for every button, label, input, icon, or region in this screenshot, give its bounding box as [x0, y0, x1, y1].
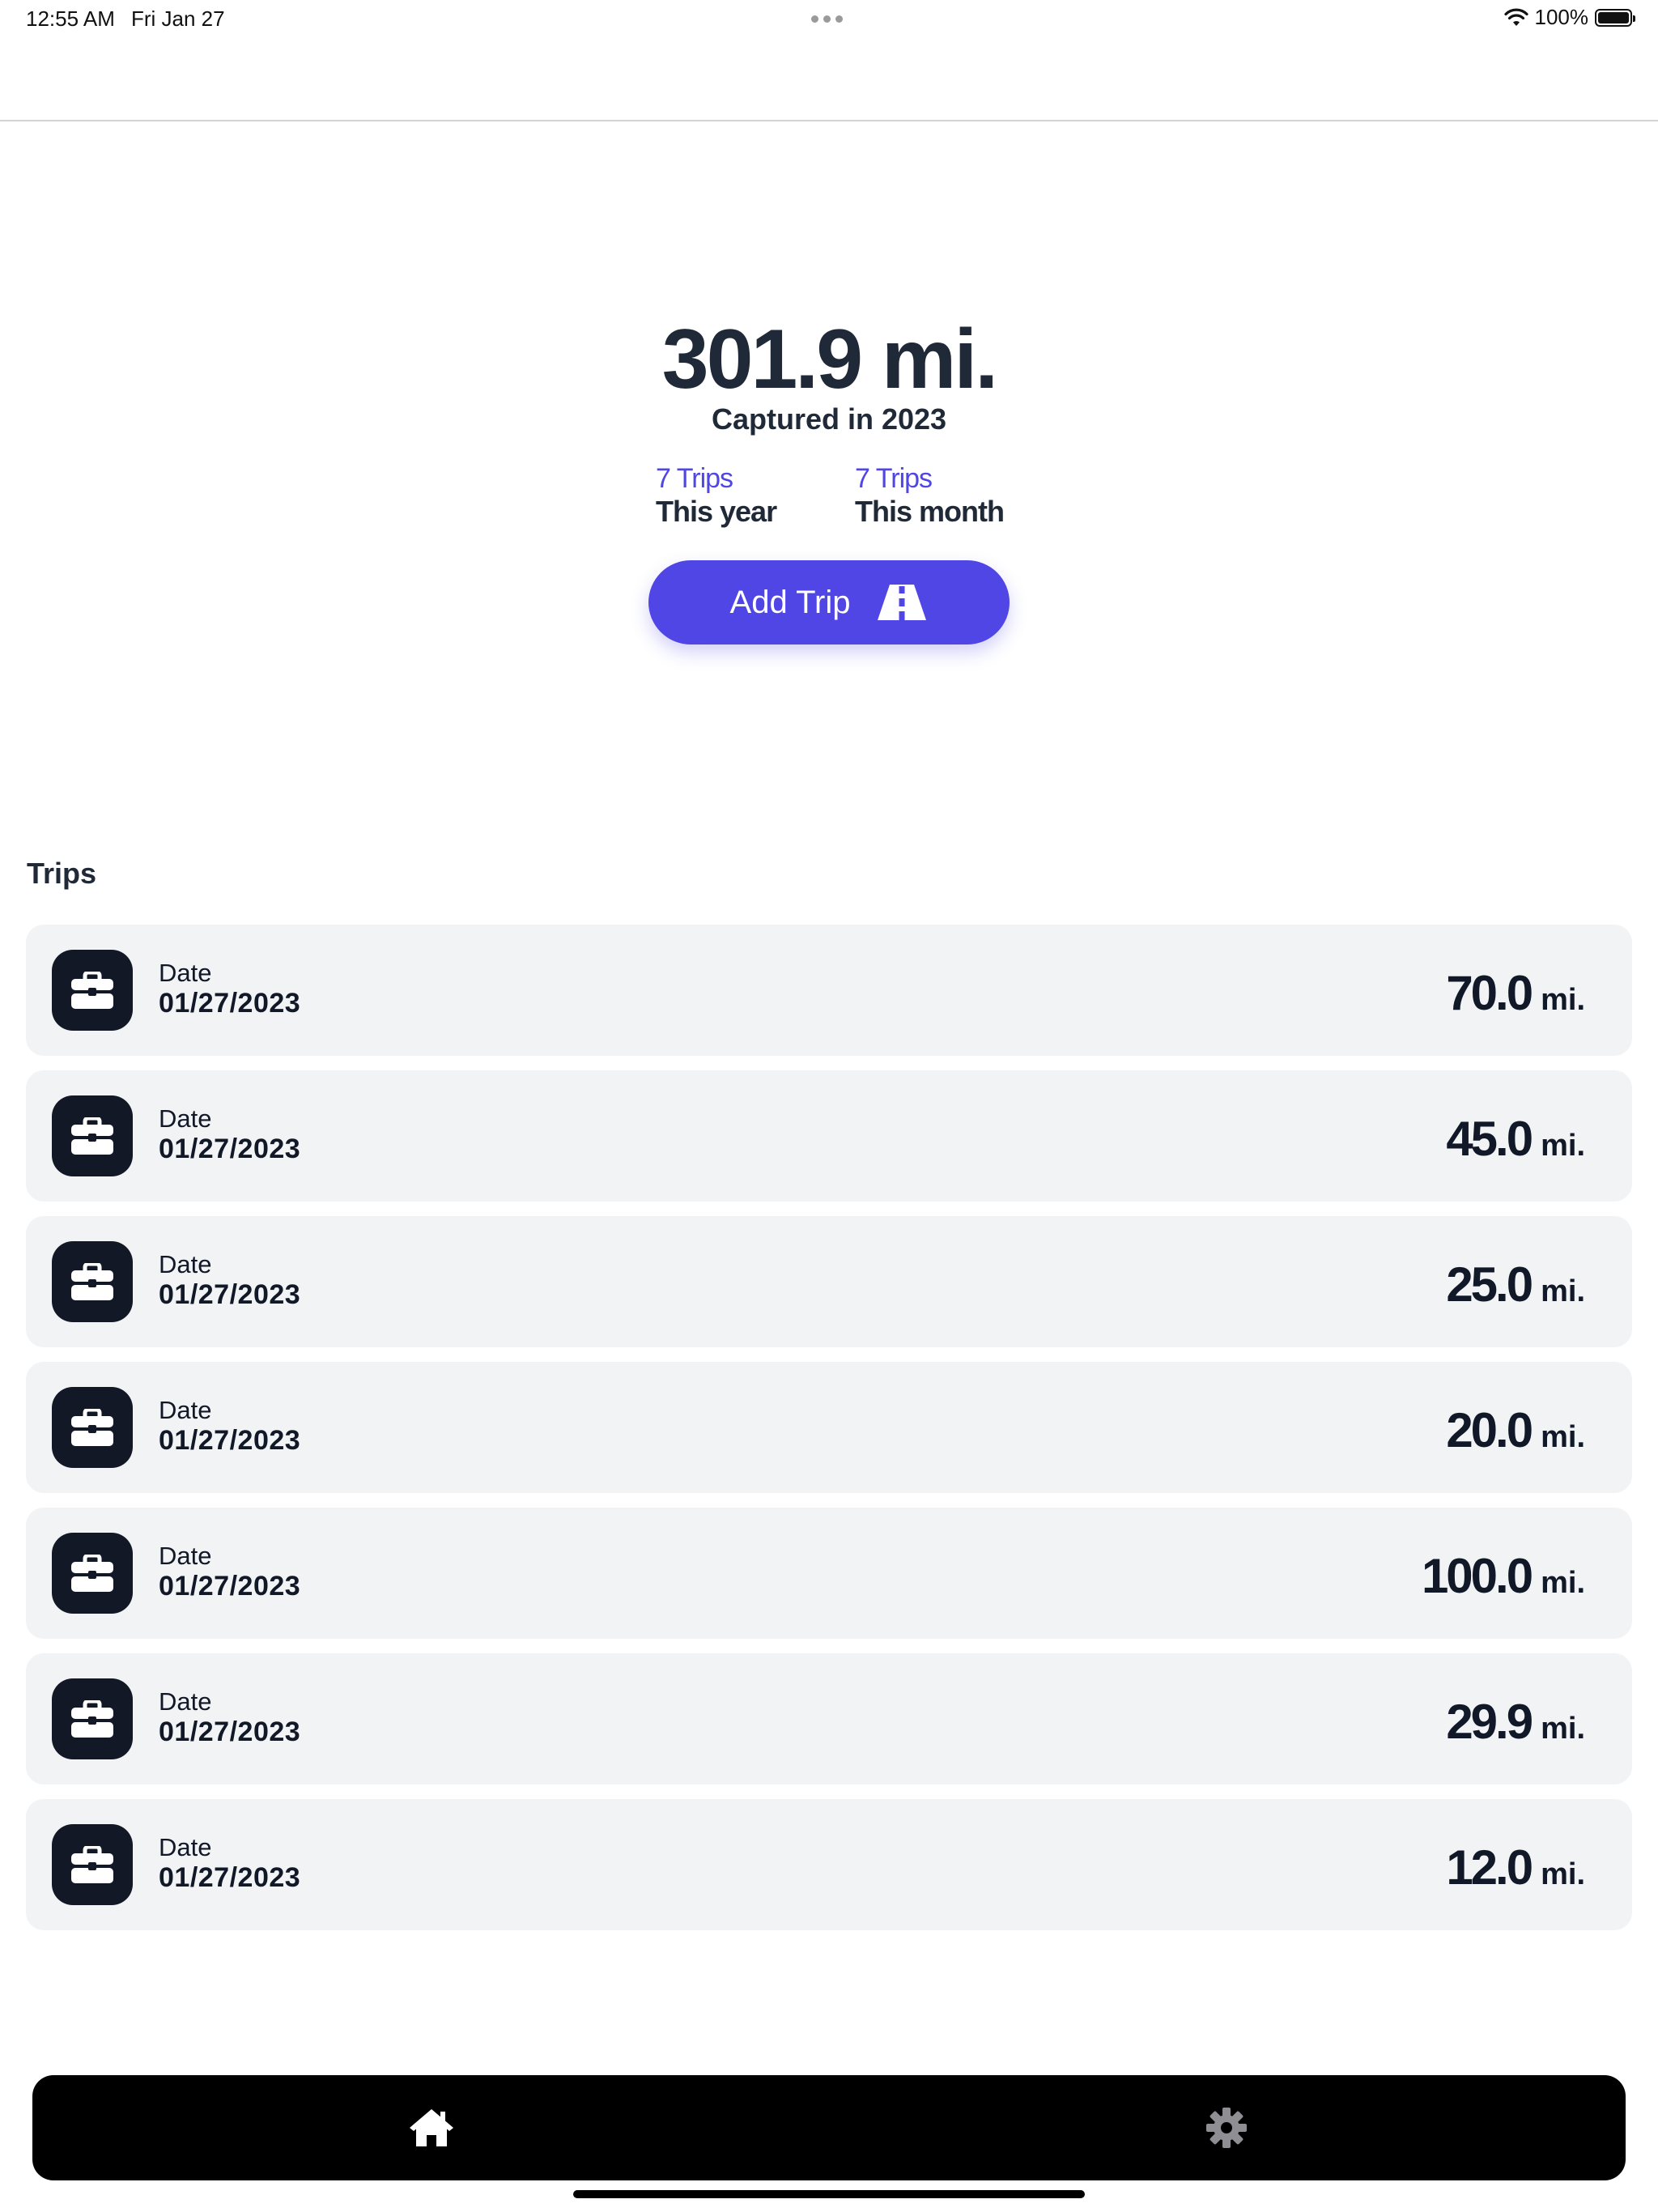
trip-distance-unit: mi. [1541, 1857, 1585, 1891]
trip-distance: 20.0 mi. [1446, 1402, 1585, 1458]
briefcase-icon [71, 972, 113, 1009]
battery-fill [1598, 11, 1629, 23]
total-miles: 301.9 mi. [661, 313, 998, 406]
trip-date: 01/27/2023 [159, 1571, 301, 1602]
stat-year-label: This year [656, 495, 777, 528]
stat-year-count: 7 Trips [656, 463, 733, 494]
trip-row[interactable]: Date 01/27/2023 12.0 mi. [26, 1799, 1632, 1930]
trip-distance-value: 20.0 [1446, 1403, 1533, 1457]
trips-heading: Trips [27, 857, 97, 890]
home-icon [410, 2109, 453, 2146]
trip-row[interactable]: Date 01/27/2023 29.9 mi. [26, 1653, 1632, 1784]
trip-distance-value: 25.0 [1446, 1257, 1533, 1312]
trip-distance: 12.0 mi. [1446, 1840, 1585, 1895]
app-screen: 12:55 AM Fri Jan 27 100% 301.9 mi. Captu… [0, 0, 1658, 2212]
trip-date-caption: Date [159, 1542, 212, 1570]
trip-list: Date 01/27/2023 70.0 mi. Date 01/27/2023 45.0 m… [26, 925, 1632, 1945]
trip-date-caption: Date [159, 1250, 212, 1278]
tab-settings[interactable] [1201, 2105, 1252, 2150]
trip-row[interactable]: Date 01/27/2023 20.0 mi. [26, 1362, 1632, 1493]
trip-date-caption: Date [159, 1396, 212, 1424]
trip-row[interactable]: Date 01/27/2023 70.0 mi. [26, 925, 1632, 1056]
wifi-icon [1503, 8, 1528, 26]
trip-date: 01/27/2023 [159, 1134, 301, 1164]
trip-distance-unit: mi. [1541, 1712, 1585, 1746]
trip-distance: 25.0 mi. [1446, 1257, 1585, 1312]
trip-icon-box [52, 1241, 133, 1322]
trip-distance-value: 100.0 [1421, 1549, 1533, 1603]
stat-month-label: This month [855, 495, 1005, 528]
status-date: Fri Jan 27 [131, 6, 225, 31]
trip-distance-value: 45.0 [1446, 1112, 1533, 1166]
multitasking-dots-icon[interactable] [811, 15, 843, 23]
trip-icon-box [52, 1095, 133, 1176]
battery-percentage: 100% [1534, 5, 1589, 29]
trip-distance-unit: mi. [1541, 1129, 1585, 1163]
trip-date: 01/27/2023 [159, 1425, 301, 1456]
status-indicators: 100% [1503, 5, 1635, 30]
captured-label: Captured in 2023 [711, 402, 947, 436]
stat-month-count: 7 Trips [855, 463, 933, 494]
briefcase-icon [71, 1846, 113, 1883]
trip-distance-value: 70.0 [1446, 966, 1533, 1020]
trip-date-caption: Date [159, 1104, 212, 1133]
stat-this-year: 7 Trips This year [656, 462, 777, 529]
trip-icon-box [52, 1533, 133, 1614]
trip-distance: 45.0 mi. [1446, 1111, 1585, 1167]
trip-date: 01/27/2023 [159, 1279, 301, 1310]
gear-icon [1206, 2108, 1247, 2148]
briefcase-icon [71, 1117, 113, 1155]
add-trip-button[interactable]: Add Trip [648, 560, 1010, 644]
trip-distance-unit: mi. [1541, 1566, 1585, 1600]
trip-date-caption: Date [159, 959, 212, 987]
status-bar: 12:55 AM Fri Jan 27 100% [0, 0, 1658, 39]
tab-home[interactable] [406, 2105, 457, 2150]
tab-bar [32, 2075, 1626, 2180]
trip-distance-unit: mi. [1541, 1274, 1585, 1308]
trip-distance: 70.0 mi. [1446, 965, 1585, 1021]
navigation-divider [0, 120, 1658, 121]
home-indicator [573, 2190, 1085, 2198]
trip-distance: 100.0 mi. [1422, 1548, 1585, 1604]
trip-row[interactable]: Date 01/27/2023 45.0 mi. [26, 1070, 1632, 1202]
briefcase-icon [71, 1700, 113, 1738]
add-trip-label: Add Trip [729, 584, 851, 620]
trip-row[interactable]: Date 01/27/2023 25.0 mi. [26, 1216, 1632, 1347]
road-icon [878, 585, 927, 620]
trip-icon-box [52, 1678, 133, 1759]
trip-distance-value: 12.0 [1446, 1840, 1533, 1895]
briefcase-icon [71, 1409, 113, 1446]
trip-date-caption: Date [159, 1687, 212, 1716]
briefcase-icon [71, 1555, 113, 1592]
trip-distance-value: 29.9 [1446, 1695, 1533, 1749]
trip-row[interactable]: Date 01/27/2023 100.0 mi. [26, 1508, 1632, 1639]
briefcase-icon [71, 1263, 113, 1300]
battery-icon [1595, 8, 1635, 27]
trip-distance-unit: mi. [1541, 983, 1585, 1017]
trip-date-caption: Date [159, 1833, 212, 1861]
trip-distance: 29.9 mi. [1446, 1694, 1585, 1750]
trip-date: 01/27/2023 [159, 988, 301, 1019]
status-time: 12:55 AM [26, 6, 115, 31]
stat-this-month: 7 Trips This month [855, 462, 1005, 529]
trip-icon-box [52, 950, 133, 1031]
trip-icon-box [52, 1824, 133, 1905]
trip-distance-unit: mi. [1541, 1420, 1585, 1454]
trip-date: 01/27/2023 [159, 1716, 301, 1747]
trip-date: 01/27/2023 [159, 1862, 301, 1893]
trip-icon-box [52, 1387, 133, 1468]
